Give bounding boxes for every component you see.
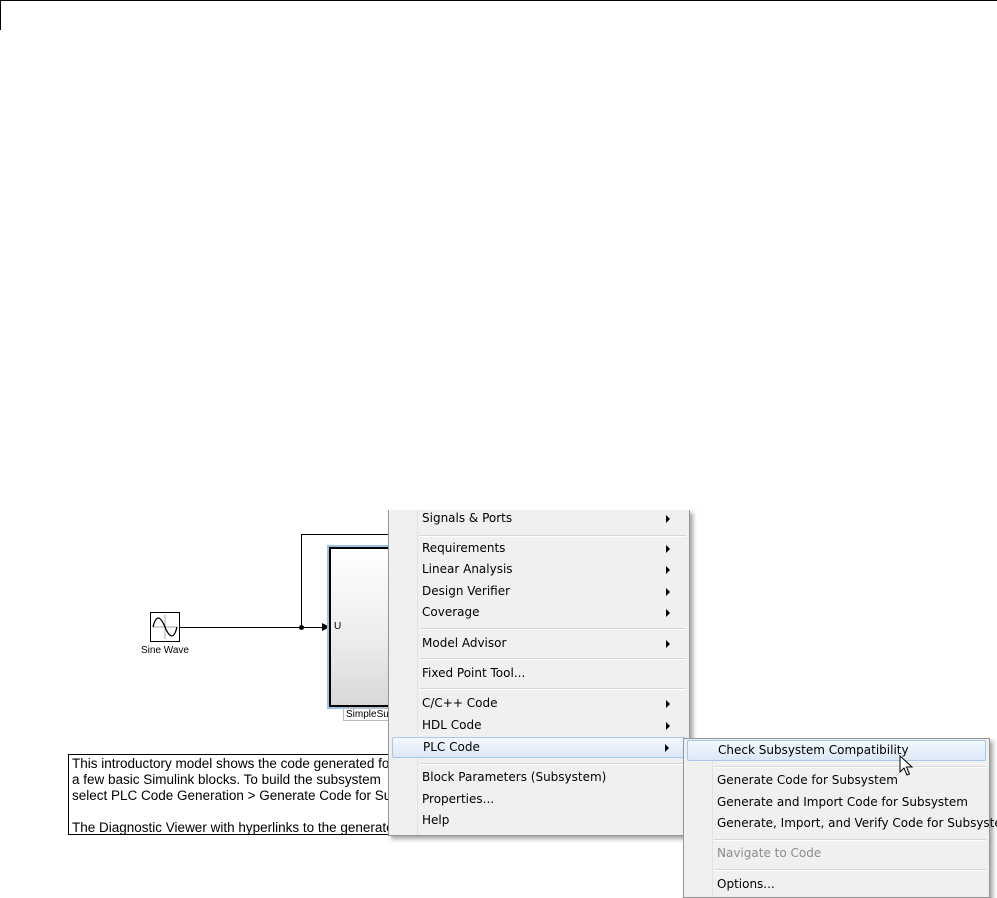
submenu-arrow-icon xyxy=(666,722,670,730)
menu-separator xyxy=(714,766,986,768)
sine-wave-block[interactable] xyxy=(150,612,180,642)
menu-separator xyxy=(714,839,986,841)
annotation-line: select PLC Code Generation > Generate Co… xyxy=(72,788,397,803)
submenu-arrow-icon xyxy=(666,700,670,708)
menu-item-label: Navigate to Code xyxy=(717,846,822,860)
submenu-arrow-icon xyxy=(666,566,670,574)
menu-separator xyxy=(419,658,686,660)
menu-separator xyxy=(419,535,686,537)
menu-item-requirements[interactable]: Requirements xyxy=(392,538,686,559)
menu-item-label: Requirements xyxy=(422,541,506,555)
menu-item-label: Properties... xyxy=(422,792,495,806)
signal-branch-line-top[interactable] xyxy=(301,534,391,535)
menu-item-coverage[interactable]: Coverage xyxy=(392,602,686,623)
menu-item-properties[interactable]: Properties... xyxy=(392,789,686,810)
annotation-line: a few basic Simulink blocks. To build th… xyxy=(72,772,381,787)
submenu-arrow-icon xyxy=(666,588,670,596)
menu-item-label: Coverage xyxy=(422,605,480,619)
menu-item-label: PLC Code xyxy=(423,740,480,754)
menu-separator xyxy=(419,628,686,630)
signal-line-sine-to-subsystem[interactable] xyxy=(180,627,326,628)
sine-wave-label: Sine Wave xyxy=(141,645,189,656)
annotation-line: The Diagnostic Viewer with hyperlinks to… xyxy=(72,820,398,835)
submenu-arrow-icon xyxy=(666,640,670,648)
submenu-item-generate-import-code[interactable]: Generate and Import Code for Subsystem xyxy=(687,792,986,813)
menu-item-linear-analysis[interactable]: Linear Analysis xyxy=(392,559,686,580)
menu-item-label: Options... xyxy=(717,877,775,891)
submenu-item-generate-import-verify-code[interactable]: Generate, Import, and Verify Code for Su… xyxy=(687,813,997,834)
menu-item-fixed-point-tool[interactable]: Fixed Point Tool... xyxy=(392,663,686,684)
mouse-pointer-icon xyxy=(899,755,913,776)
menu-item-label: Design Verifier xyxy=(422,584,511,598)
menu-item-label: Fixed Point Tool... xyxy=(422,666,526,680)
menu-item-label: Help xyxy=(422,813,450,827)
submenu-item-options[interactable]: Options... xyxy=(687,874,986,895)
submenu-arrow-icon xyxy=(666,515,670,523)
annotation-line: This introductory model shows the code g… xyxy=(72,756,394,771)
menu-item-label: Generate Code for Subsystem xyxy=(717,773,898,787)
menu-separator xyxy=(714,869,986,871)
submenu-item-check-compatibility[interactable]: Check Subsystem Compatibility xyxy=(687,740,986,761)
menu-item-label: Generate, Import, and Verify Code for Su… xyxy=(717,816,997,830)
window-left-border xyxy=(0,0,1,30)
submenu-item-navigate-to-code: Navigate to Code xyxy=(687,843,986,864)
branch-point xyxy=(299,625,304,630)
menu-item-label: Signals & Ports xyxy=(422,511,513,525)
window-top-border xyxy=(0,0,997,1)
menu-item-label: Check Subsystem Compatibility xyxy=(718,743,909,757)
menu-item-signals-ports[interactable]: Signals & Ports xyxy=(392,508,686,529)
menu-item-model-advisor[interactable]: Model Advisor xyxy=(392,633,686,654)
model-annotation[interactable]: This introductory model shows the code g… xyxy=(68,754,398,835)
menu-item-c-cpp-code[interactable]: C/C++ Code xyxy=(392,693,686,714)
menu-item-label: HDL Code xyxy=(422,718,482,732)
subsystem-input-port-label: U xyxy=(334,621,342,632)
menu-item-label: Block Parameters (Subsystem) xyxy=(422,770,607,784)
subsystem-name-label[interactable]: SimpleSubsystem xyxy=(343,708,391,721)
menu-item-block-parameters[interactable]: Block Parameters (Subsystem) xyxy=(392,767,686,788)
signal-branch-line[interactable] xyxy=(301,534,302,628)
menu-item-help[interactable]: Help xyxy=(392,810,686,831)
submenu-arrow-icon xyxy=(666,545,670,553)
submenu-arrow-icon xyxy=(665,744,669,752)
menu-item-label: Linear Analysis xyxy=(422,562,513,576)
menu-item-label: Generate and Import Code for Subsystem xyxy=(717,795,968,809)
plc-code-submenu: Check Subsystem Compatibility Generate C… xyxy=(683,738,997,898)
menu-item-plc-code[interactable]: PLC Code xyxy=(392,737,686,758)
menu-item-label: Model Advisor xyxy=(422,636,507,650)
menu-item-design-verifier[interactable]: Design Verifier xyxy=(392,581,686,602)
block-context-menu: Signals & Ports Requirements Linear Anal… xyxy=(388,510,690,836)
submenu-arrow-icon xyxy=(666,609,670,617)
submenu-item-generate-code[interactable]: Generate Code for Subsystem xyxy=(687,770,986,791)
menu-item-label: C/C++ Code xyxy=(422,696,498,710)
menu-separator xyxy=(419,688,686,690)
annotation-line xyxy=(72,804,394,820)
menu-item-hdl-code[interactable]: HDL Code xyxy=(392,715,686,736)
menu-separator xyxy=(419,763,686,765)
sine-wave-icon xyxy=(152,615,178,639)
